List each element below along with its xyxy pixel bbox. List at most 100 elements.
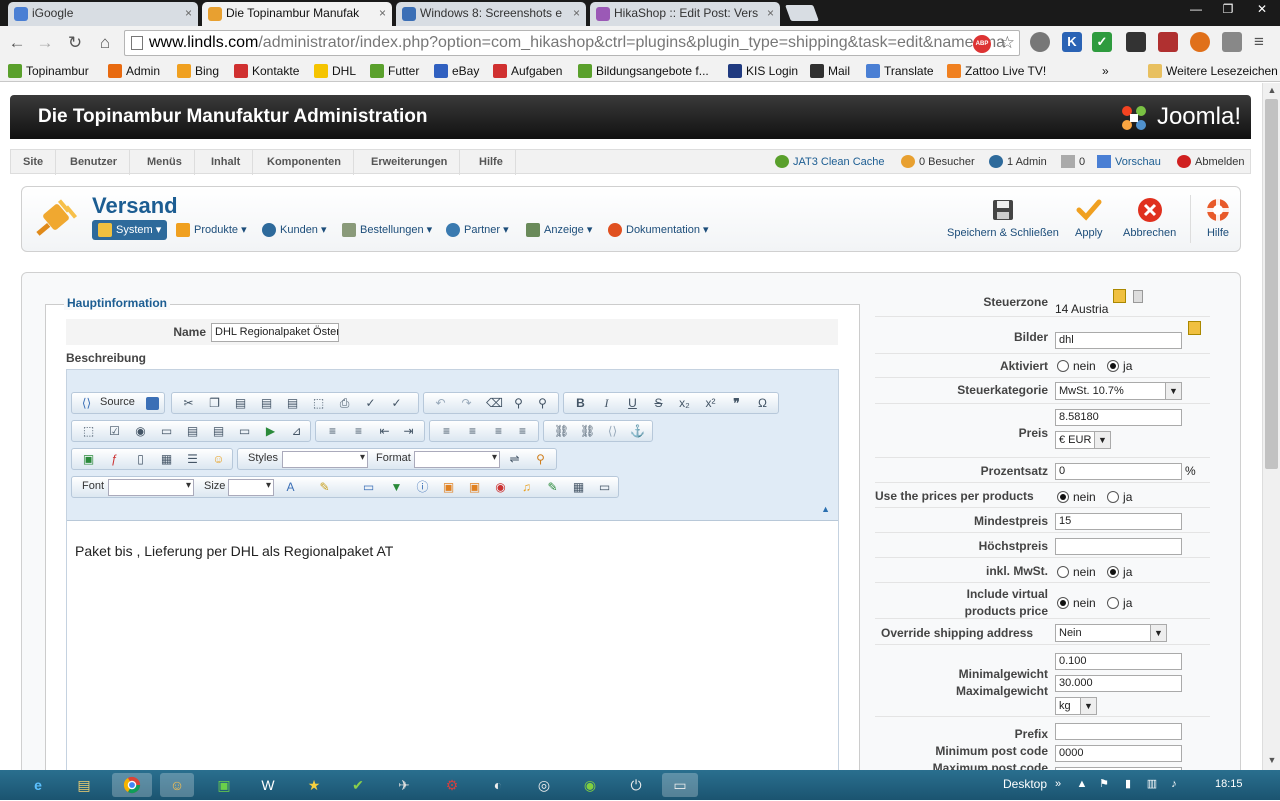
insert-media-icon[interactable]: ▼ [390,481,403,494]
align-center-icon[interactable]: ≡ [466,425,479,438]
italic-icon[interactable]: I [600,397,613,410]
menu-menues[interactable]: Menüs [135,150,195,175]
bookmarks-more-button[interactable]: » [1102,62,1109,80]
bookmark-topinambur[interactable]: Topinambur [6,62,89,80]
min-weight-input[interactable]: 0.100 [1055,653,1182,670]
align-left-icon[interactable]: ≡ [440,425,453,438]
menu-dokumentation-dropdown[interactable]: Dokumentation ▾ [608,220,709,240]
check-app-icon[interactable]: ✔ [344,773,372,797]
menu-komponenten[interactable]: Komponenten [255,150,354,175]
bg-color-icon[interactable]: ✎ [318,481,331,494]
copy-icon[interactable]: ❐ [208,397,221,410]
active-no-radio[interactable] [1057,360,1069,372]
iframe-icon[interactable]: ⟨⟩ [606,425,619,438]
outdent-icon[interactable]: ⇤ [378,425,391,438]
currency-select[interactable]: € EUR ▼ [1055,431,1111,449]
checkbox-icon[interactable]: ☑ [108,425,121,438]
media-app-icon[interactable]: ◐ [484,773,512,797]
delete-trash-icon[interactable] [1133,290,1143,303]
send-app-icon[interactable]: ✈ [390,773,418,797]
preview-link[interactable]: Vorschau [1097,150,1161,175]
strikethrough-icon[interactable]: S [652,397,665,410]
indent-icon[interactable]: ⇥ [402,425,415,438]
module-icon[interactable]: ▣ [442,481,455,494]
flag-icon[interactable]: ⚑ [1098,778,1110,790]
close-icon[interactable]: × [767,2,774,25]
paste-icon[interactable]: ▤ [234,397,247,410]
bookmark-kis-login[interactable]: KIS Login [726,62,798,80]
anchor-icon[interactable]: ⚓ [630,425,645,438]
font-combo[interactable] [108,479,194,496]
mask-extension-icon[interactable] [1158,32,1178,52]
bookmark-star-icon[interactable]: ☆ [1000,31,1015,55]
edit-pencil-icon[interactable] [1113,289,1126,303]
hidden-field-icon[interactable]: ⊿ [290,425,303,438]
close-icon[interactable]: × [573,2,580,25]
max-weight-input[interactable]: 30.000 [1055,675,1182,692]
bullet-list-icon[interactable]: ≡ [352,425,365,438]
tax-category-select[interactable]: MwSt. 10.7% ▼ [1055,382,1182,400]
help-button[interactable]: Hilfe [1205,197,1231,239]
reload-button[interactable]: ↻ [64,32,86,54]
cut-icon[interactable]: ✂ [182,397,195,410]
align-right-icon[interactable]: ≡ [492,425,505,438]
insert-image-icon[interactable]: ▭ [362,481,375,494]
spellcheck-dropdown-icon[interactable]: ✓ [390,397,403,410]
superscript-icon[interactable]: x² [704,397,717,410]
spotify-app-icon[interactable]: ◉ [576,773,604,797]
form-icon[interactable]: ⬚ [82,425,95,438]
menu-kunden-dropdown[interactable]: Kunden ▾ [262,220,327,240]
bookmark-bing[interactable]: Bing [175,62,219,80]
color-wheel-icon[interactable]: ◉ [494,481,507,494]
prefix-input[interactable] [1055,723,1182,740]
close-icon[interactable]: × [379,2,386,25]
back-button[interactable]: ← [6,32,28,54]
subscript-icon[interactable]: x₂ [678,397,691,410]
bookmark-translate[interactable]: Translate [864,62,934,80]
bookmark-ebay[interactable]: eBay [432,62,479,80]
max-price-input[interactable] [1055,538,1182,555]
desktop-toolbar-label[interactable]: Desktop [1003,777,1047,791]
undo-icon[interactable]: ↶ [434,397,447,410]
messages-status[interactable]: 0 [1061,150,1085,175]
info-icon[interactable]: ⓘ [416,481,429,494]
find-icon[interactable]: ⚲ [512,397,525,410]
battery-icon[interactable]: ▮ [1122,778,1134,790]
pen-extension-icon[interactable] [1222,32,1242,52]
unlink-icon[interactable]: ⛓ [580,425,595,438]
bookmark-zattoo[interactable]: Zattoo Live TV! [945,62,1046,80]
gear-extension-icon[interactable] [1030,32,1050,52]
override-select[interactable]: Nein ▼ [1055,624,1167,642]
other-bookmarks-folder[interactable]: Weitere Lesezeichen [1146,62,1278,80]
link-icon[interactable]: ⛓ [554,425,569,438]
check-extension-icon[interactable]: ✓ [1092,32,1112,52]
page-scrollbar[interactable]: ▲ ▼ [1262,83,1280,770]
scroll-up-icon[interactable]: ▲ [1266,85,1278,97]
flash-icon[interactable]: ƒ [108,453,121,466]
image-icon[interactable]: ▣ [82,453,95,466]
select-field-icon[interactable]: ▤ [212,425,225,438]
bookmark-bildungsangebote[interactable]: Bildungsangebote f... [576,62,709,80]
menu-bestellungen-dropdown[interactable]: Bestellungen ▾ [342,220,432,240]
menu-erweiterungen[interactable]: Erweiterungen [359,150,461,175]
tool-app-icon[interactable]: ⚙ [438,773,466,797]
min-post-input[interactable]: 0000 [1055,745,1182,762]
menu-anzeige-dropdown[interactable]: Anzeige ▾ [526,220,592,240]
percentage-input[interactable]: 0 [1055,463,1182,480]
volume-icon[interactable]: ♪ [1168,778,1180,790]
menu-partner-dropdown[interactable]: Partner ▾ [446,220,509,240]
cancel-button[interactable]: Abbrechen [1123,197,1176,239]
ball-extension-icon[interactable] [1190,32,1210,52]
bookmark-futter[interactable]: Futter [368,62,419,80]
price-input[interactable]: 8.58180 [1055,409,1182,426]
numbered-list-icon[interactable]: ≡ [326,425,339,438]
menu-button[interactable]: ≡ [1254,32,1264,52]
radio-icon[interactable]: ◉ [134,425,147,438]
bookmark-aufgaben[interactable]: Aufgaben [491,62,562,80]
special-char-icon[interactable]: Ω [756,397,769,410]
blockquote-icon[interactable]: ❞ [730,397,743,410]
chrome-taskbar-icon[interactable] [112,773,152,797]
include-virtual-yes-radio[interactable] [1107,597,1120,609]
include-virtual-no-radio[interactable] [1057,597,1069,609]
save-close-button[interactable]: Speichern & Schließen [947,197,1059,239]
